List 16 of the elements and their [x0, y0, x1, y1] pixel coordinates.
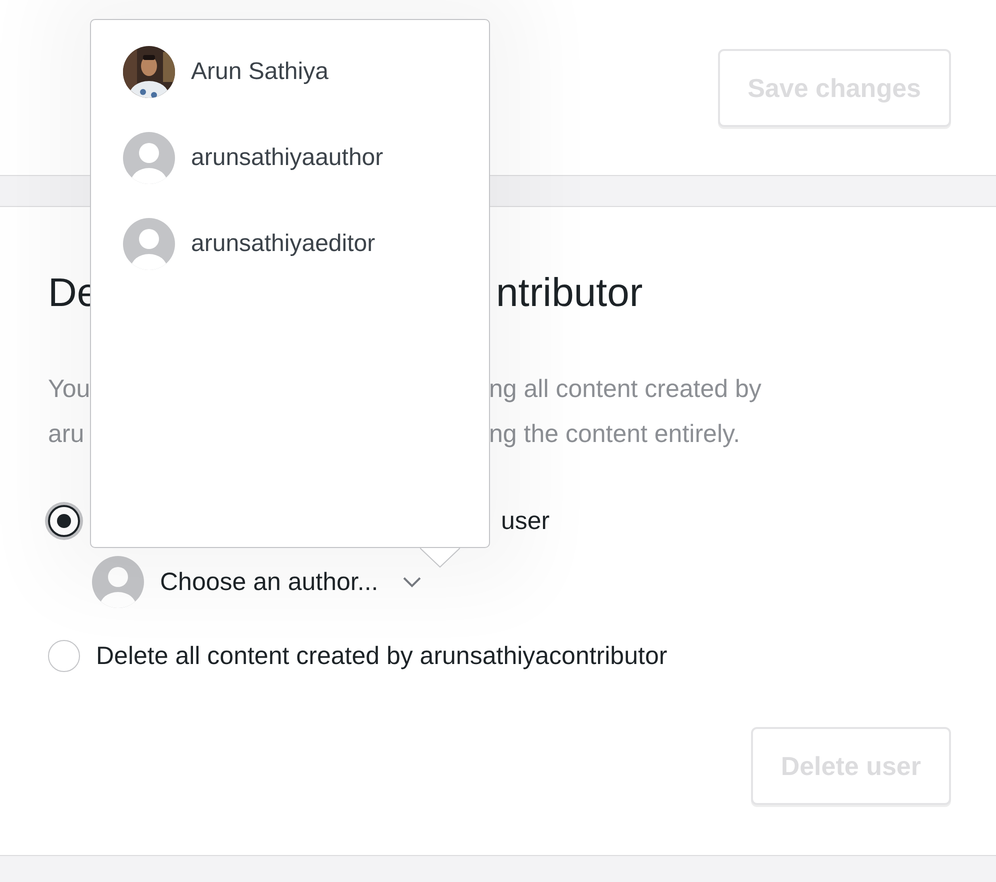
menu-item[interactable]: Arun Sathiya [123, 46, 489, 98]
chevron-down-icon [402, 576, 422, 588]
radio-button[interactable] [48, 505, 80, 537]
description-text: ng the content entirely. [489, 419, 742, 450]
menu-item[interactable]: arunsathiyaeditor [123, 218, 489, 270]
option-label: user [501, 506, 550, 536]
description-text: ng all content created by [489, 374, 762, 405]
description-text: aru [48, 419, 86, 450]
description-text: You [48, 374, 92, 405]
author-select[interactable]: Choose an author... [92, 556, 422, 608]
section-title: ntributor [496, 270, 644, 317]
avatar-icon [123, 132, 175, 184]
option-label: Delete all content created by arunsathiyacontributor [96, 642, 668, 670]
avatar-icon [123, 218, 175, 270]
menu-item[interactable]: arunsathiyaauthor [123, 132, 489, 184]
avatar-icon [92, 556, 144, 608]
